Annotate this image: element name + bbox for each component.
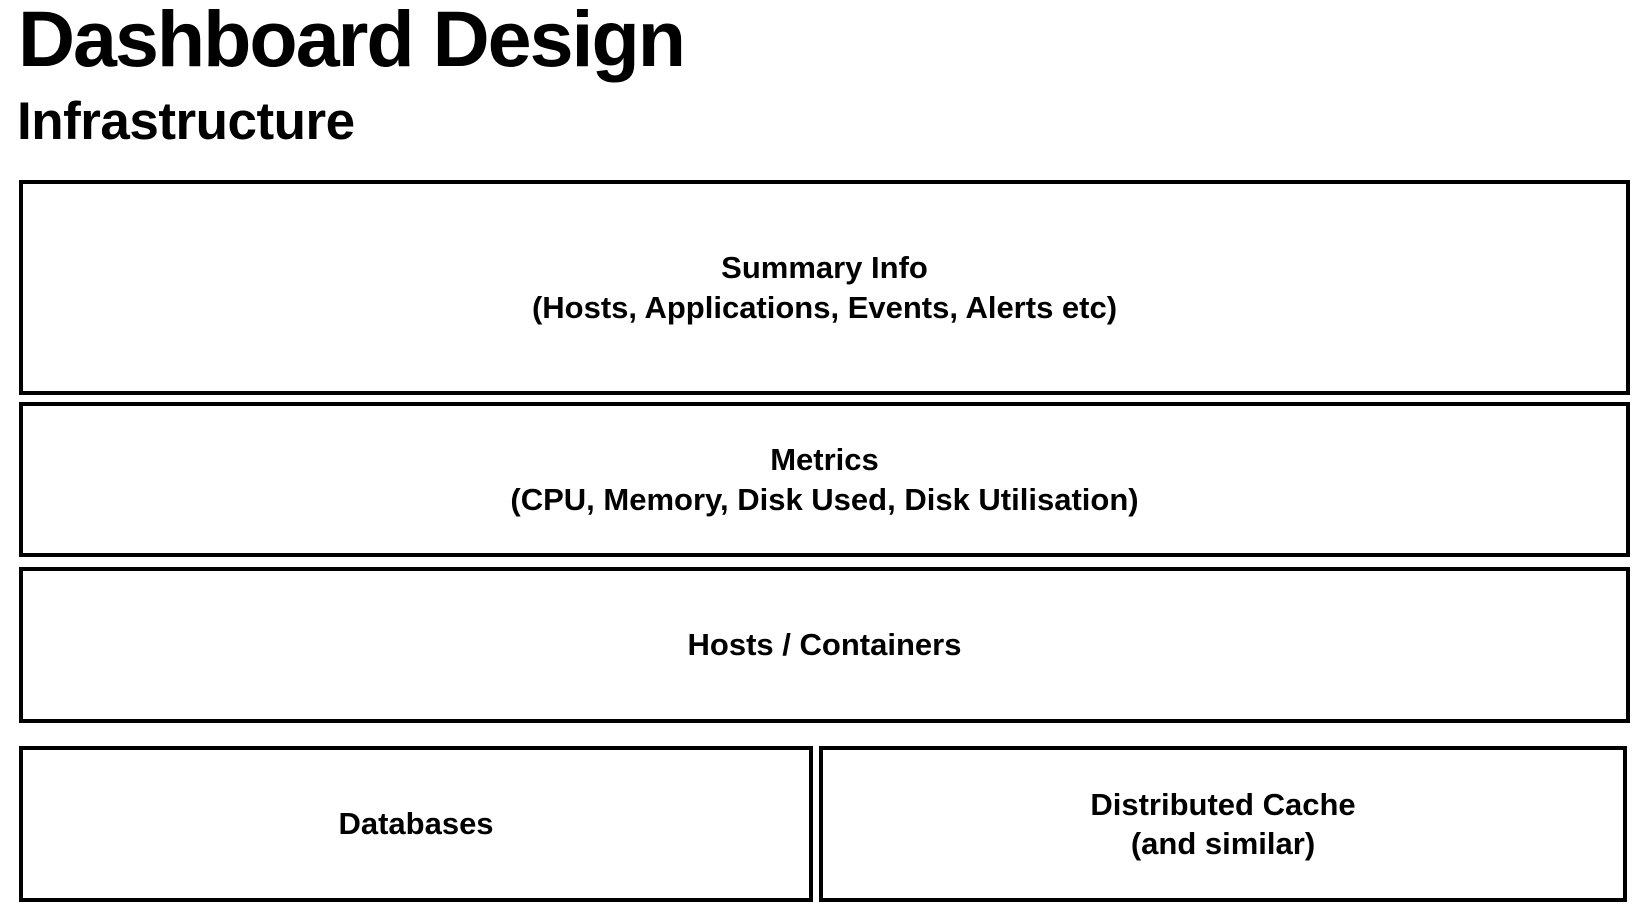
page-subtitle: Infrastructure xyxy=(17,92,355,151)
metrics-title: Metrics xyxy=(770,442,879,478)
hosts-containers-title: Hosts / Containers xyxy=(687,627,962,663)
metrics-detail: (CPU, Memory, Disk Used, Disk Utilisatio… xyxy=(510,481,1139,517)
summary-info-title: Summary Info xyxy=(721,250,928,286)
summary-info-panel: Summary Info (Hosts, Applications, Event… xyxy=(19,180,1630,395)
distributed-cache-detail: (and similar) xyxy=(1130,826,1316,861)
distributed-cache-panel: Distributed Cache (and similar) xyxy=(819,746,1627,902)
summary-info-detail: (Hosts, Applications, Events, Alerts etc… xyxy=(531,289,1118,325)
databases-panel: Databases xyxy=(19,746,813,902)
page-title: Dashboard Design xyxy=(18,0,686,83)
databases-title: Databases xyxy=(338,806,494,842)
metrics-panel: Metrics (CPU, Memory, Disk Used, Disk Ut… xyxy=(19,402,1630,557)
hosts-containers-panel: Hosts / Containers xyxy=(19,567,1630,723)
distributed-cache-title: Distributed Cache xyxy=(1090,786,1356,822)
